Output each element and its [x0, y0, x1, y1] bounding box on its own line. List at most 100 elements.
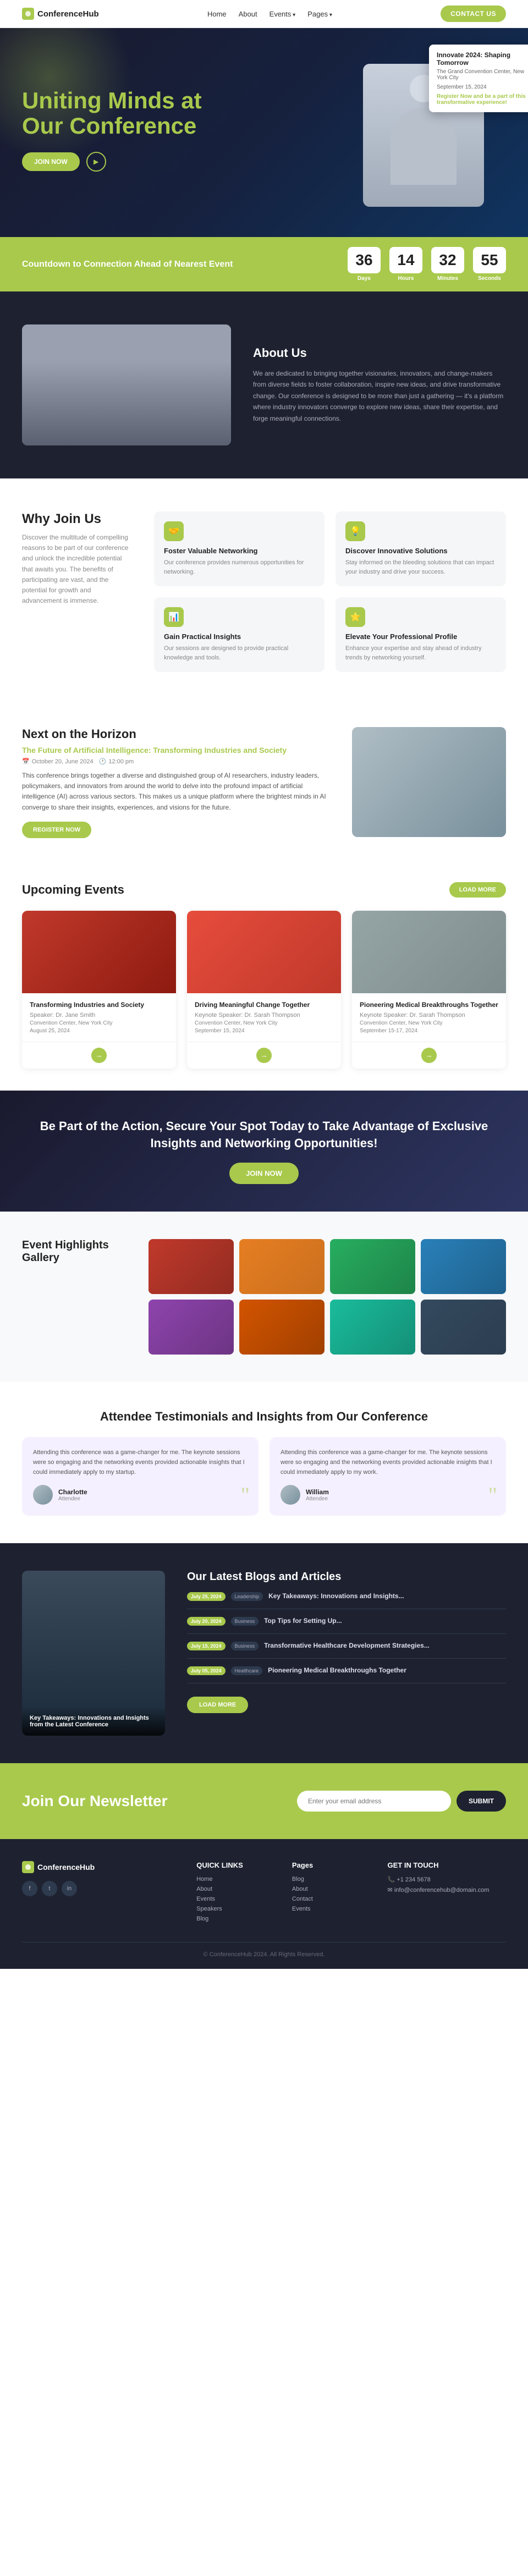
blog-item-title-3[interactable]: Pioneering Medical Breakthroughs Togethe…	[268, 1666, 506, 1674]
footer-logo: ConferenceHub	[22, 1861, 180, 1873]
gallery-img-2	[239, 1239, 324, 1294]
about-image	[22, 324, 231, 445]
horizon-left: Next on the Horizon The Future of Artifi…	[22, 727, 330, 838]
blog-image-container: Key Takeaways: Innovations and Insights …	[22, 1571, 165, 1736]
blog-image-overlay: Key Takeaways: Innovations and Insights …	[22, 1707, 165, 1736]
event-arrow-2[interactable]: →	[421, 1048, 437, 1063]
blog-cat-2: Business	[231, 1642, 259, 1650]
footer-link-events[interactable]: Events	[196, 1896, 276, 1902]
testimonial-text-0: Attending this conference was a game-cha…	[33, 1448, 248, 1477]
event-arrow-0[interactable]: →	[91, 1048, 107, 1063]
event-item-1: Driving Meaningful Change Together Keyno…	[187, 911, 341, 1069]
hero-play-button[interactable]: ▶	[86, 152, 106, 172]
countdown-seconds: 55 Seconds	[473, 247, 506, 282]
why-card-icon-2: 📊	[164, 607, 184, 627]
event-card-title: Innovate 2024: Shaping Tomorrow	[437, 51, 528, 67]
horizon-time: 🕐 12:00 pm	[99, 758, 134, 765]
footer-email: ✉ info@conferencehub@domain.com	[388, 1886, 506, 1894]
footer-page-contact[interactable]: Contact	[292, 1896, 371, 1902]
gallery-img-3	[330, 1239, 415, 1294]
countdown-bar: Countdown to Connection Ahead of Nearest…	[0, 237, 528, 291]
why-card-2: 📊 Gain Practical Insights Our sessions a…	[154, 597, 324, 672]
footer-top: ConferenceHub f t in QUICK LINKS Home Ab…	[22, 1861, 506, 1925]
nav-pages[interactable]: Pages	[307, 10, 332, 18]
blog-date-1: July 20, 2024	[187, 1617, 226, 1626]
why-subtitle: Discover the multitude of compelling rea…	[22, 532, 132, 606]
blog-load-more-button[interactable]: LOAD MORE	[187, 1697, 248, 1713]
footer-page-events[interactable]: Events	[292, 1906, 371, 1912]
gallery-right	[148, 1239, 506, 1355]
event-arrow-1[interactable]: →	[256, 1048, 272, 1063]
blog-item-0: July 25, 2024 Leadership Key Takeaways: …	[187, 1592, 506, 1609]
gallery-img-8	[421, 1300, 506, 1355]
blog-cat-1: Business	[231, 1617, 259, 1626]
footer-quick-links-title: QUICK LINKS	[196, 1861, 276, 1869]
why-card-0: 🤝 Foster Valuable Networking Our confere…	[154, 511, 324, 586]
countdown-minutes: 32 Minutes	[431, 247, 464, 282]
cta-join-button[interactable]: JOIN NOW	[229, 1163, 299, 1184]
author-name-0: Charlotte	[58, 1488, 87, 1496]
hero-section: Uniting Minds at Our Conference JOIN NOW…	[0, 28, 528, 237]
horizon-section: Next on the Horizon The Future of Artifi…	[0, 705, 528, 860]
hero-right: Innovate 2024: Shaping Tomorrow The Gran…	[363, 64, 506, 207]
register-button[interactable]: REGISTER NOW	[22, 822, 91, 838]
blog-item-title-0[interactable]: Key Takeaways: Innovations and Insights.…	[268, 1592, 506, 1600]
why-card-title-3: Elevate Your Professional Profile	[345, 632, 496, 641]
author-avatar-0	[33, 1485, 53, 1505]
footer-page-about[interactable]: About	[292, 1886, 371, 1892]
testimonials-grid: Attending this conference was a game-cha…	[22, 1437, 506, 1516]
events-title: Upcoming Events	[22, 883, 124, 897]
newsletter-form: SUBMIT	[297, 1791, 506, 1812]
footer-link-speakers[interactable]: Speakers	[196, 1906, 276, 1912]
social-facebook-button[interactable]: f	[22, 1881, 37, 1896]
social-instagram-button[interactable]: in	[62, 1881, 77, 1896]
why-card-desc-2: Our sessions are designed to provide pra…	[164, 644, 315, 662]
countdown-days: 36 Days	[348, 247, 381, 282]
nav-about[interactable]: About	[239, 10, 257, 18]
blog-title: Our Latest Blogs and Articles	[187, 1571, 506, 1583]
footer-link-home[interactable]: Home	[196, 1876, 276, 1883]
social-twitter-button[interactable]: t	[42, 1881, 57, 1896]
events-load-more-button[interactable]: LOAD MORE	[449, 882, 506, 898]
about-crowd-image	[22, 324, 231, 445]
nav-events[interactable]: Events	[270, 10, 296, 18]
contact-button[interactable]: CONTACT US	[441, 5, 506, 22]
blog-date-3: July 05, 2024	[187, 1666, 226, 1675]
footer-phone: 📞 +1 234 5678	[388, 1876, 506, 1883]
main-nav: ConferenceHub Home About Events Pages CO…	[0, 0, 528, 28]
about-title: About Us	[253, 346, 506, 360]
gallery-top-row	[148, 1239, 506, 1294]
horizon-image	[352, 727, 506, 837]
footer-link-about[interactable]: About	[196, 1886, 276, 1892]
author-name-1: William	[306, 1488, 329, 1496]
blog-cat-3: Healthcare	[231, 1666, 263, 1675]
footer-brand: ConferenceHub f t in	[22, 1861, 180, 1925]
blog-item-2: July 15, 2024 Business Transformative He…	[187, 1642, 506, 1659]
hero-join-button[interactable]: JOIN NOW	[22, 152, 80, 171]
blog-item-title-1[interactable]: Top Tips for Setting Up...	[264, 1617, 506, 1625]
blog-item-title-2[interactable]: Transformative Healthcare Development St…	[264, 1642, 506, 1649]
nav-home[interactable]: Home	[207, 10, 227, 18]
why-card-icon-3: ⭐	[345, 607, 365, 627]
why-card-desc-1: Stay informed on the bleeding solutions …	[345, 558, 496, 576]
nav-links: Home About Events Pages	[207, 10, 332, 18]
footer-link-blog[interactable]: Blog	[196, 1916, 276, 1922]
horizon-featured-title: The Future of Artificial Intelligence: T…	[22, 746, 330, 755]
why-card-icon-0: 🤝	[164, 521, 184, 541]
newsletter-submit-button[interactable]: SUBMIT	[457, 1791, 506, 1812]
event-speaker-0: Speaker: Dr. Jane Smith	[30, 1012, 168, 1019]
why-card-1: 💡 Discover Innovative Solutions Stay inf…	[336, 511, 506, 586]
gallery-img-6	[239, 1300, 324, 1355]
event-card: Innovate 2024: Shaping Tomorrow The Gran…	[429, 45, 528, 112]
blog-cat-0: Leadership	[231, 1592, 263, 1601]
blog-item-1: July 20, 2024 Business Top Tips for Sett…	[187, 1617, 506, 1634]
horizon-title: Next on the Horizon	[22, 727, 330, 741]
event-card-link[interactable]: Register Now and be a part of this trans…	[437, 93, 528, 106]
hero-left: Uniting Minds at Our Conference JOIN NOW…	[22, 88, 341, 183]
blog-date-0: July 25, 2024	[187, 1592, 226, 1601]
footer-page-blog[interactable]: Blog	[292, 1876, 371, 1883]
newsletter-email-input[interactable]	[297, 1791, 451, 1812]
event-card-subtitle: The Grand Convention Center, New York Ci…	[437, 69, 528, 81]
event-title-0: Transforming Industries and Society	[30, 1001, 168, 1009]
event-title-2: Pioneering Medical Breakthroughs Togethe…	[360, 1001, 498, 1009]
